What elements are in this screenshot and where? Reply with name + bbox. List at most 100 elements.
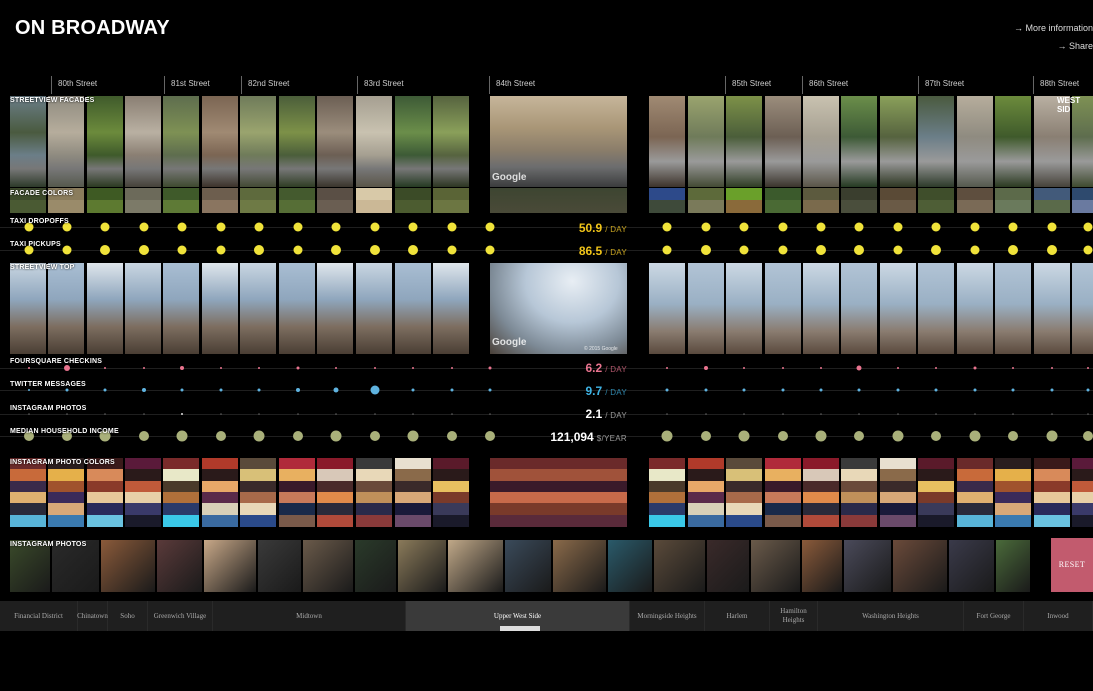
streetview-top-image	[279, 263, 315, 354]
instagram-photo[interactable]	[204, 540, 256, 592]
foursquare-dot	[1087, 367, 1089, 369]
twitter-dot	[65, 388, 69, 392]
reset-button[interactable]: RESET	[1051, 538, 1093, 592]
instagram-photo[interactable]	[802, 540, 842, 592]
instagram-photo[interactable]	[654, 540, 705, 592]
more-information-link[interactable]: → More information	[1014, 23, 1093, 33]
street-83rd[interactable]: 83rd Street	[357, 76, 404, 94]
instagram-photo[interactable]	[101, 540, 155, 592]
income-dot	[176, 430, 188, 442]
street-84th[interactable]: 84th Street	[489, 76, 535, 94]
photo-color-stripe	[395, 469, 431, 481]
street-81st[interactable]: 81st Street	[164, 76, 210, 94]
photo-color-stripe	[163, 469, 199, 481]
street-87th[interactable]: 87th Street	[918, 76, 964, 94]
instagram-photo[interactable]	[893, 540, 947, 592]
neighborhood-midtown[interactable]: Midtown	[213, 601, 406, 631]
instagram-dot	[705, 413, 707, 415]
street-86th[interactable]: 86th Street	[802, 76, 848, 94]
twitter-dot	[1011, 388, 1015, 392]
taxi-pickup-dot	[854, 245, 864, 255]
neighborhood-chinatown[interactable]: Chinatown	[77, 601, 108, 631]
instagram-photo[interactable]	[949, 540, 994, 592]
taxi-dropoff-dot	[739, 222, 749, 232]
taxi-pickup-dot	[216, 245, 226, 255]
photo-color-stripe-center	[490, 503, 627, 515]
instagram-dot	[451, 413, 453, 415]
instagram-photo[interactable]	[448, 540, 503, 592]
neighborhood-fort-george[interactable]: Fort George	[964, 601, 1024, 631]
instagram-photo[interactable]	[157, 540, 202, 592]
facade-color-swatch	[48, 200, 84, 213]
instagram-photo[interactable]	[751, 540, 800, 592]
taxi-dropoff-dot	[293, 222, 303, 232]
instagram-photo[interactable]	[553, 540, 606, 592]
instagram-dot	[1087, 413, 1089, 415]
photo-color-stripe	[1034, 503, 1070, 515]
current-position-indicator	[500, 626, 540, 631]
twitter-dot	[219, 388, 223, 392]
photo-color-stripe	[649, 503, 685, 515]
photo-color-stripe	[765, 515, 801, 527]
neighborhood-bar: Financial District Chinatown Soho Greenw…	[0, 601, 1093, 631]
street-header: 80th Street 81st Street 82nd Street 83rd…	[0, 76, 1093, 94]
streetview-top-image	[918, 263, 954, 354]
photo-color-stripe	[995, 503, 1031, 515]
instagram-photo[interactable]	[996, 540, 1030, 592]
streetview-top-image	[957, 263, 993, 354]
street-80th[interactable]: 80th Street	[51, 76, 97, 94]
photo-color-stripe	[918, 515, 954, 527]
photo-color-stripe	[279, 515, 315, 527]
on-broadway-app: ON BROADWAY → More information → Share 8…	[0, 0, 1093, 691]
instagram-photo[interactable]	[505, 540, 551, 592]
facade-image	[10, 96, 46, 187]
instagram-photo[interactable]	[398, 540, 446, 592]
neighborhood-morningside-heights[interactable]: Morningside Heights	[630, 601, 705, 631]
facade-image	[688, 96, 724, 187]
streetview-top-image	[317, 263, 353, 354]
share-link[interactable]: → Share	[1057, 41, 1093, 51]
instagram-photo[interactable]	[303, 540, 353, 592]
taxi-dropoff-dot	[1008, 222, 1018, 232]
street-88th[interactable]: 88th Street	[1033, 76, 1079, 94]
income-dot	[407, 430, 419, 442]
facade-color-swatch	[279, 188, 315, 200]
streetview-top-image	[649, 263, 685, 354]
street-85th[interactable]: 85th Street	[725, 76, 771, 94]
taxi-pickup-dot	[139, 245, 149, 255]
photo-color-stripe	[957, 469, 993, 481]
instagram-photo[interactable]	[844, 540, 891, 592]
neighborhood-soho[interactable]: Soho	[108, 601, 148, 631]
streetview-top-image	[433, 263, 469, 354]
neighborhood-inwood[interactable]: Inwood	[1024, 601, 1093, 631]
facade-color-swatch	[163, 188, 199, 200]
facade-image	[433, 96, 469, 187]
instagram-dot	[820, 413, 822, 415]
photo-color-stripe	[880, 515, 916, 527]
instagram-dot	[66, 413, 68, 415]
facade-color-swatch	[841, 200, 877, 213]
instagram-photo[interactable]	[707, 540, 749, 592]
photo-color-stripe	[803, 515, 839, 527]
neighborhood-greenwich-village[interactable]: Greenwich Village	[148, 601, 213, 631]
photo-color-stripe-center	[490, 515, 627, 527]
label-facade-colors: FACADE COLORS	[10, 190, 74, 197]
taxi-dropoff-dot	[1047, 222, 1057, 232]
income-dot	[701, 431, 711, 441]
neighborhood-harlem[interactable]: Harlem	[705, 601, 770, 631]
neighborhood-financial-district[interactable]: Financial District	[0, 601, 78, 631]
foursquare-dot	[296, 366, 300, 370]
taxi-pickup-dot	[254, 245, 264, 255]
street-82nd[interactable]: 82nd Street	[241, 76, 289, 94]
streetview-top-image	[48, 263, 84, 354]
photo-color-stripe	[356, 503, 392, 515]
neighborhood-washington-heights[interactable]: Washington Heights	[818, 601, 964, 631]
facade-image	[957, 96, 993, 187]
neighborhood-hamilton-heights[interactable]: Hamilton Heights	[770, 601, 818, 631]
instagram-photo[interactable]	[355, 540, 396, 592]
instagram-photo[interactable]	[258, 540, 301, 592]
photo-color-stripe	[765, 503, 801, 515]
instagram-photo[interactable]	[608, 540, 652, 592]
facade-image	[726, 96, 762, 187]
photo-color-stripe	[880, 469, 916, 481]
